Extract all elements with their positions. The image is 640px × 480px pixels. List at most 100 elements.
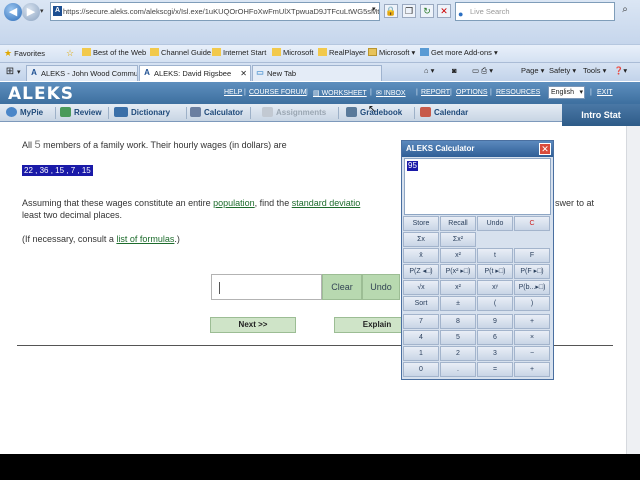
clear-button[interactable]: Clear bbox=[322, 274, 362, 300]
undo-button[interactable]: Undo bbox=[362, 274, 400, 300]
resources-link[interactable]: RESOURCES bbox=[496, 89, 540, 96]
digit-3-button[interactable]: 3 bbox=[477, 346, 513, 361]
answer-input[interactable] bbox=[211, 274, 322, 300]
store-button[interactable]: Store bbox=[403, 216, 439, 231]
page-menu[interactable]: Page ▾ bbox=[521, 66, 544, 75]
calc-undo-button[interactable]: Undo bbox=[477, 216, 513, 231]
p-f-button[interactable]: P(F ▸□) bbox=[514, 264, 550, 279]
calculator-title[interactable]: ALEKS Calculator bbox=[402, 141, 553, 157]
population-link[interactable]: population bbox=[213, 198, 255, 208]
tab-new[interactable]: ▭ New Tab bbox=[252, 65, 382, 81]
clear-all-button[interactable]: C bbox=[514, 216, 550, 231]
digit-2-button[interactable]: 2 bbox=[440, 346, 476, 361]
options-link[interactable]: OPTIONS bbox=[456, 89, 488, 96]
p-chi-button[interactable]: P(x² ▸□) bbox=[440, 264, 476, 279]
nav-dictionary[interactable]: Dictionary bbox=[114, 106, 170, 120]
tab-aleks-john-wood[interactable]: A ALEKS - John Wood Communi... bbox=[26, 65, 138, 81]
plus-minus-button[interactable]: ± bbox=[440, 296, 476, 311]
stop-icon[interactable]: ✕ bbox=[437, 4, 451, 18]
sort-button[interactable]: Sort bbox=[403, 296, 439, 311]
calculator-title-label: ALEKS Calculator bbox=[406, 144, 475, 153]
address-dropdown-icon[interactable]: ▾ bbox=[372, 5, 376, 13]
compatibility-icon[interactable]: ❐ bbox=[402, 4, 416, 18]
digit-5-button[interactable]: 5 bbox=[440, 330, 476, 345]
home-icon[interactable]: ⌂ ▾ bbox=[424, 66, 434, 75]
add-favorite-icon[interactable]: ☆ bbox=[66, 48, 74, 59]
tab-aleks-david-rigsbee[interactable]: A ALEKS: David Rigsbee ✕ bbox=[139, 65, 251, 81]
print-icon[interactable]: ▭ ⎙ ▾ bbox=[472, 66, 493, 76]
tab-list-icon[interactable]: ▾ bbox=[17, 68, 21, 76]
recall-button[interactable]: Recall bbox=[440, 216, 476, 231]
fav-channel-guide[interactable]: Channel Guide bbox=[150, 48, 211, 57]
p-binomial-button[interactable]: P(b...▸□) bbox=[514, 280, 550, 295]
inbox-link[interactable]: ✉ INBOX bbox=[376, 89, 406, 97]
digit-7-button[interactable]: 7 bbox=[403, 314, 439, 329]
language-select[interactable]: English ▾ bbox=[548, 86, 585, 99]
mean-button[interactable]: x̄ bbox=[403, 248, 439, 263]
calculator-display[interactable]: 95 bbox=[404, 158, 551, 215]
forward-icon[interactable]: ▶ bbox=[22, 3, 40, 21]
fav-internet-start[interactable]: Internet Start bbox=[212, 48, 266, 57]
open-paren-button[interactable]: ( bbox=[477, 296, 513, 311]
digit-0-button[interactable]: 0 bbox=[403, 362, 439, 377]
tab-label: New Tab bbox=[267, 69, 297, 78]
favorites-button[interactable]: ★ Favorites bbox=[4, 48, 45, 59]
sqrt-button[interactable]: √x bbox=[403, 280, 439, 295]
digit-4-button[interactable]: 4 bbox=[403, 330, 439, 345]
address-bar[interactable]: A https://secure.aleks.com/alekscgi/x/Is… bbox=[50, 2, 380, 21]
nav-calculator[interactable]: Calculator bbox=[190, 106, 243, 120]
add-button[interactable]: + bbox=[514, 314, 550, 329]
next-button[interactable]: Next >> bbox=[210, 317, 296, 333]
digit-6-button[interactable]: 6 bbox=[477, 330, 513, 345]
back-icon[interactable]: ◀ bbox=[4, 3, 22, 21]
digit-1-button[interactable]: 1 bbox=[403, 346, 439, 361]
formulas-link[interactable]: list of formulas bbox=[116, 234, 174, 244]
quick-tabs-icon[interactable]: ⊞ bbox=[3, 66, 17, 79]
f-button[interactable]: F bbox=[514, 248, 550, 263]
fav-best-of-web[interactable]: Best of the Web bbox=[82, 48, 146, 57]
square-button[interactable]: x² bbox=[440, 280, 476, 295]
plus-button[interactable]: + bbox=[514, 362, 550, 377]
nav-mypie[interactable]: MyPie bbox=[6, 106, 43, 120]
report-link[interactable]: REPORT bbox=[421, 89, 450, 96]
sum-x-button[interactable]: Σx bbox=[403, 232, 439, 247]
scrollbar[interactable] bbox=[626, 126, 640, 454]
fav-microsoft-folder[interactable]: Microsoft ▾ bbox=[368, 48, 415, 57]
digit-9-button[interactable]: 9 bbox=[477, 314, 513, 329]
nav-assignments[interactable]: Assignments bbox=[262, 106, 326, 120]
close-icon[interactable]: ✕ bbox=[539, 143, 551, 155]
sum-x-squared-button[interactable]: Σx² bbox=[440, 232, 476, 247]
power-button[interactable]: xʸ bbox=[477, 280, 513, 295]
search-input[interactable]: ● Live Search bbox=[455, 2, 615, 21]
p-t-button[interactable]: P(t ▸□) bbox=[477, 264, 513, 279]
close-tab-icon[interactable]: ✕ bbox=[240, 66, 247, 81]
fav-microsoft[interactable]: Microsoft bbox=[272, 48, 313, 57]
t-button[interactable]: t bbox=[477, 248, 513, 263]
feeds-icon[interactable]: ◙ bbox=[452, 66, 457, 75]
standard-deviation-link[interactable]: standard deviatio bbox=[292, 198, 361, 208]
chi-square-button[interactable]: x² bbox=[440, 248, 476, 263]
decimal-button[interactable]: . bbox=[440, 362, 476, 377]
digit-8-button[interactable]: 8 bbox=[440, 314, 476, 329]
history-dropdown-icon[interactable]: ▾ bbox=[40, 7, 44, 15]
close-paren-button[interactable]: ) bbox=[514, 296, 550, 311]
exit-link[interactable]: EXIT bbox=[597, 89, 613, 96]
p-z-button[interactable]: P(Z ◂□) bbox=[403, 264, 439, 279]
tools-menu[interactable]: Tools ▾ bbox=[583, 66, 606, 75]
help-link[interactable]: HELP bbox=[224, 89, 242, 96]
nav-review[interactable]: Review bbox=[60, 106, 102, 120]
safety-menu[interactable]: Safety ▾ bbox=[549, 66, 576, 75]
problem-question: Assuming that these wages constitute an … bbox=[22, 198, 360, 208]
worksheet-link[interactable]: ▤ WORKSHEET bbox=[313, 89, 367, 97]
fav-get-addons[interactable]: Get more Add-ons ▾ bbox=[420, 48, 498, 57]
nav-calendar[interactable]: Calendar bbox=[420, 106, 468, 120]
refresh-icon[interactable]: ↻ bbox=[420, 4, 434, 18]
course-forum-link[interactable]: COURSE FORUM bbox=[249, 89, 307, 96]
help-icon[interactable]: ❓▾ bbox=[614, 66, 627, 75]
lock-icon[interactable]: 🔒 bbox=[384, 4, 398, 18]
fav-realplayer[interactable]: RealPlayer bbox=[318, 48, 366, 57]
search-icon[interactable]: ⌕ bbox=[617, 4, 633, 19]
multiply-button[interactable]: × bbox=[514, 330, 550, 345]
equals-button[interactable]: = bbox=[477, 362, 513, 377]
subtract-button[interactable]: − bbox=[514, 346, 550, 361]
